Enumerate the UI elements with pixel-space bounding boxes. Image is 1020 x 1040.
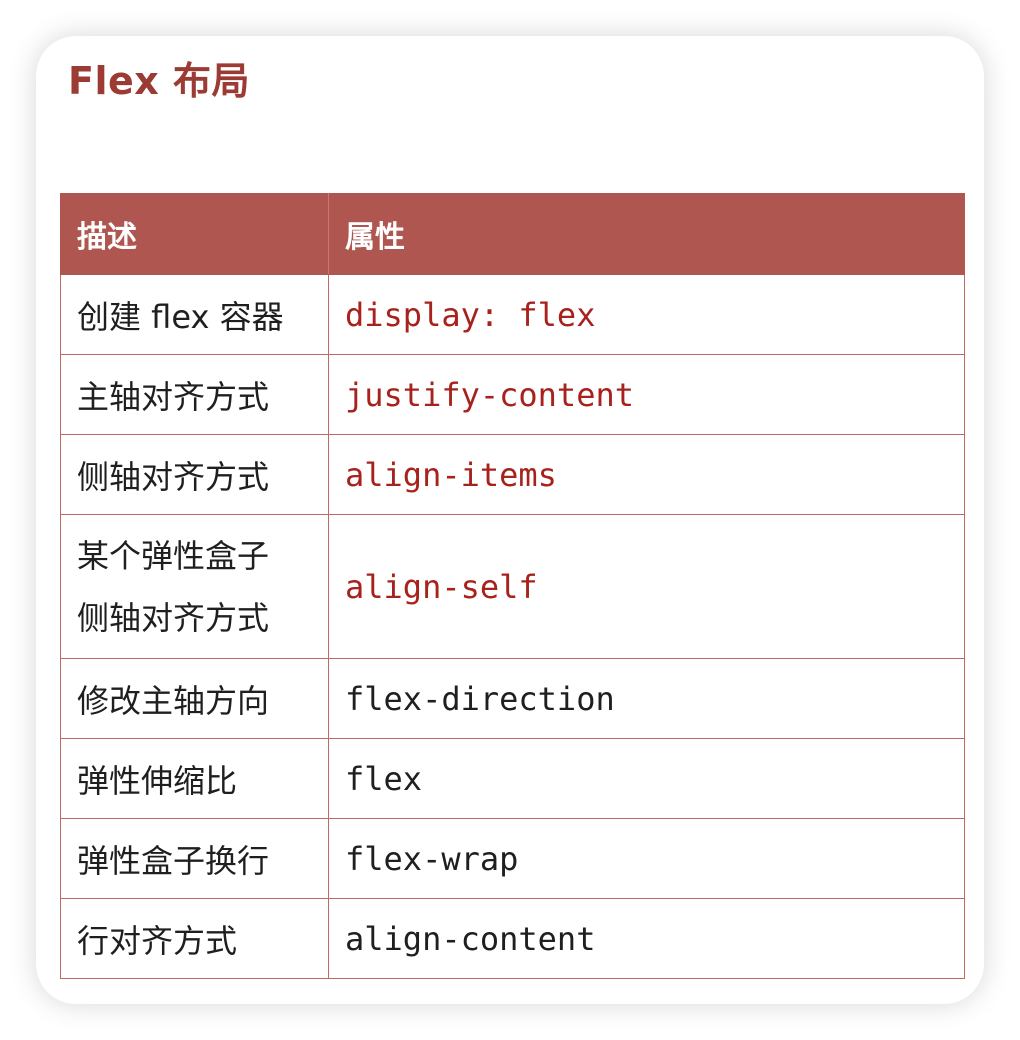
description-text: 某个弹性盒子 [77, 536, 270, 575]
row-property: flex-wrap [328, 818, 965, 899]
row-property: align-content [328, 898, 965, 979]
property-code: flex [345, 759, 423, 798]
table-body: 创建 flex 容器 display: flex 主轴对齐方式 justify-con… [60, 274, 965, 979]
description-text: 修改主轴方向 [77, 681, 270, 720]
row-description: 弹性伸缩比 [60, 738, 329, 819]
header-description: 描述 [60, 193, 329, 275]
description-text: 弹性盒子换行 [77, 841, 270, 880]
description-text: 主轴对齐方式 [77, 377, 270, 416]
description-text: 创建 flex 容器 [77, 297, 284, 336]
flex-properties-table: 描述 属性 创建 flex 容器 display: flex 主轴对齐方式 justi… [60, 193, 965, 979]
table-row: 侧轴对齐方式 align-items [60, 434, 965, 515]
row-property: flex-direction [328, 658, 965, 739]
property-code: flex-direction [345, 679, 615, 718]
table-header-row: 描述 属性 [60, 193, 965, 275]
row-description: 侧轴对齐方式 [60, 434, 329, 515]
row-description: 行对齐方式 [60, 898, 329, 979]
table-row: 创建 flex 容器 display: flex [60, 274, 965, 355]
property-code: align-content [345, 919, 596, 958]
description-text: 侧轴对齐方式 [77, 598, 270, 637]
row-description: 修改主轴方向 [60, 658, 329, 739]
row-property: align-items [328, 434, 965, 515]
page-title: Flex 布局 [68, 59, 250, 103]
row-description: 创建 flex 容器 [60, 274, 329, 355]
row-property: justify-content [328, 354, 965, 435]
table-row: 弹性伸缩比 flex [60, 738, 965, 819]
row-description: 某个弹性盒子 侧轴对齐方式 [60, 514, 329, 659]
description-text: 侧轴对齐方式 [77, 457, 270, 496]
table-row: 主轴对齐方式 justify-content [60, 354, 965, 435]
description-text: 行对齐方式 [77, 921, 238, 960]
table-row: 某个弹性盒子 侧轴对齐方式 align-self [60, 514, 965, 659]
row-description: 主轴对齐方式 [60, 354, 329, 435]
property-code: display: flex [345, 295, 596, 334]
content-card: Flex 布局 描述 属性 创建 flex 容器 display: flex 主轴对… [36, 36, 984, 1004]
row-property: align-self [328, 514, 965, 659]
property-code: align-self [345, 567, 538, 606]
table-row: 修改主轴方向 flex-direction [60, 658, 965, 739]
property-code: flex-wrap [345, 839, 519, 878]
row-property: flex [328, 738, 965, 819]
row-description: 弹性盒子换行 [60, 818, 329, 899]
table-row: 行对齐方式 align-content [60, 898, 965, 979]
table-row: 弹性盒子换行 flex-wrap [60, 818, 965, 899]
description-text: 弹性伸缩比 [77, 761, 238, 800]
header-property: 属性 [328, 193, 965, 275]
row-property: display: flex [328, 274, 965, 355]
property-code: align-items [345, 455, 557, 494]
property-code: justify-content [345, 375, 634, 414]
